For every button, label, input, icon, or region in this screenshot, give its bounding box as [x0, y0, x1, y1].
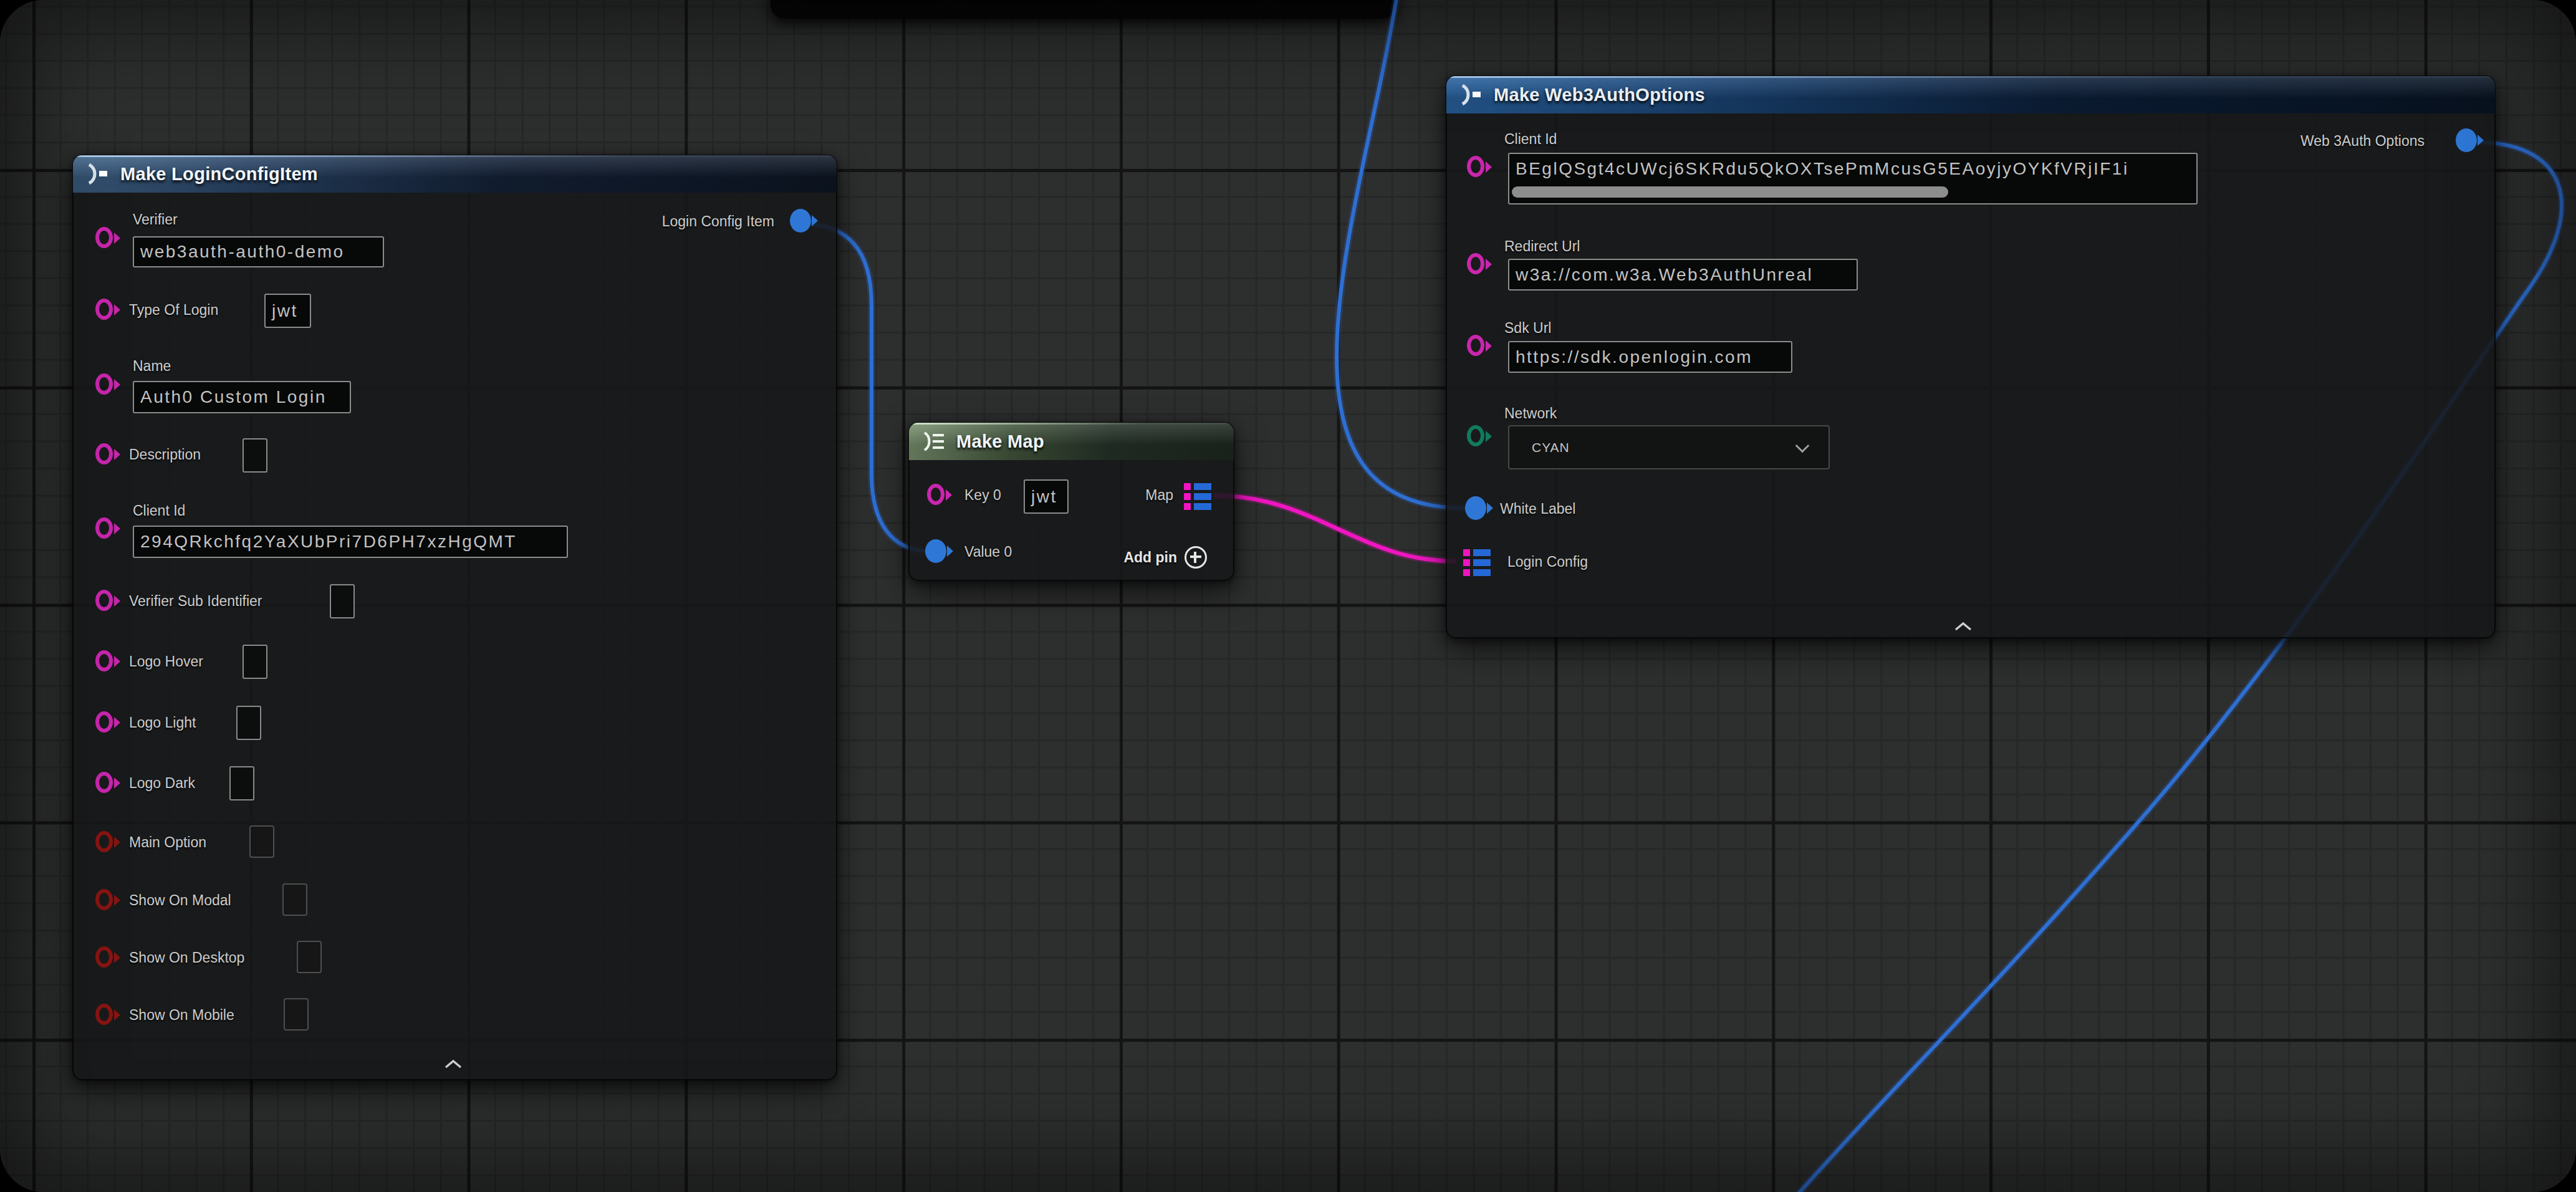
make-struct-icon [85, 163, 110, 185]
type-of-login-input[interactable]: jwt [264, 294, 311, 328]
sdk-url-input[interactable]: https://sdk.openlogin.com [1508, 341, 1792, 373]
node-make-web3authoptions[interactable]: Make Web3AuthOptions Web 3Auth Options C… [1446, 75, 2496, 638]
show-on-mobile-checkbox[interactable] [284, 998, 309, 1031]
verifier-sub-identifier-input[interactable] [330, 584, 355, 618]
input-pin-main-option[interactable] [92, 830, 123, 855]
input-pin-client-id[interactable] [1464, 155, 1495, 180]
pin-label-show-on-mobile: Show On Mobile [129, 1007, 234, 1024]
main-option-checkbox[interactable] [249, 825, 274, 858]
show-on-desktop-checkbox[interactable] [297, 941, 322, 973]
pin-label-logo-light: Logo Light [129, 714, 196, 731]
node-header-make-map[interactable]: Make Map [909, 423, 1234, 460]
input-pin-name[interactable] [92, 372, 123, 397]
pin-label-client-id: Client Id [133, 502, 185, 519]
blueprint-canvas[interactable]: Make LoginConfigItem Login Config Item V… [0, 0, 2576, 1192]
pin-label-redirect-url: Redirect Url [1504, 238, 1580, 255]
node-header-make-web3authoptions[interactable]: Make Web3AuthOptions [1446, 76, 2495, 113]
key-0-input[interactable]: jwt [1024, 479, 1069, 514]
name-input[interactable]: Auth0 Custom Login [133, 381, 351, 413]
output-pin-label: Web 3Auth Options [2300, 133, 2425, 150]
input-pin-logo-hover[interactable] [92, 649, 123, 674]
input-pin-verifier[interactable] [92, 226, 123, 251]
node-title: Make Web3AuthOptions [1494, 85, 1705, 105]
logo-light-input[interactable] [236, 706, 261, 740]
input-pin-key-0[interactable] [924, 483, 955, 507]
pin-label-type-of-login: Type Of Login [129, 302, 218, 319]
output-pin-web3auth-options[interactable] [2454, 128, 2486, 153]
pin-label-show-on-desktop: Show On Desktop [129, 949, 244, 966]
show-on-modal-checkbox[interactable] [282, 883, 307, 916]
make-map-icon [921, 430, 946, 453]
client-id-input[interactable]: 294QRkchfq2YaXUbPri7D6PH7xzHgQMT [133, 526, 568, 558]
pin-label-login-config: Login Config [1507, 554, 1588, 570]
node-make-loginconfigitem[interactable]: Make LoginConfigItem Login Config Item V… [72, 155, 837, 1080]
verifier-input[interactable]: web3auth-auth0-demo [133, 236, 384, 267]
input-pin-verifier-sub-identifier[interactable] [92, 589, 123, 613]
chevron-down-icon [1795, 438, 1810, 453]
pin-label-verifier-sub-identifier: Verifier Sub Identifier [129, 593, 262, 610]
description-input[interactable] [243, 438, 267, 473]
add-pin-label: Add pin [1123, 549, 1177, 566]
input-pin-login-config[interactable] [1463, 549, 1494, 577]
client-id-scrollbar[interactable] [1512, 186, 1948, 198]
logo-hover-input[interactable] [243, 645, 267, 679]
input-pin-description[interactable] [92, 442, 123, 467]
pin-label-logo-hover: Logo Hover [129, 653, 203, 670]
output-pin-label: Login Config Item [662, 213, 774, 230]
node-make-map[interactable]: Make Map Key 0 jwt Map Value 0 Add pin [908, 422, 1234, 581]
collapse-node-button[interactable] [1953, 622, 1973, 632]
pin-label-main-option: Main Option [129, 834, 206, 851]
node-title: Make LoginConfigItem [120, 164, 318, 185]
collapse-node-button[interactable] [443, 1059, 463, 1069]
node-header-make-loginconfigitem[interactable]: Make LoginConfigItem [73, 155, 837, 193]
logo-dark-input[interactable] [229, 766, 254, 800]
input-pin-logo-dark[interactable] [92, 771, 123, 795]
pin-label-key-0: Key 0 [964, 487, 1001, 504]
pin-label-name: Name [133, 358, 171, 375]
make-struct-icon [1459, 84, 1484, 106]
network-dropdown[interactable]: CYAN [1508, 425, 1830, 469]
pin-label-verifier: Verifier [133, 211, 178, 228]
network-dropdown-value: CYAN [1509, 440, 1570, 455]
pin-label-value-0: Value 0 [964, 544, 1012, 560]
input-pin-network[interactable] [1464, 424, 1495, 449]
input-pin-value-0[interactable] [924, 539, 955, 564]
node-title: Make Map [956, 431, 1044, 452]
input-pin-show-on-desktop[interactable] [92, 945, 123, 970]
pin-label-white-label: White Label [1500, 501, 1575, 517]
input-pin-sdk-url[interactable] [1464, 334, 1495, 358]
input-pin-show-on-modal[interactable] [92, 888, 123, 913]
pin-label-description: Description [129, 446, 201, 463]
input-pin-white-label[interactable] [1464, 496, 1495, 521]
input-pin-client-id[interactable] [92, 516, 123, 541]
pin-label-sdk-url: Sdk Url [1504, 320, 1551, 337]
pin-label-logo-dark: Logo Dark [129, 775, 195, 792]
add-pin-button[interactable]: Add pin [1123, 546, 1207, 569]
pin-label-network: Network [1504, 405, 1557, 422]
input-pin-logo-light[interactable] [92, 710, 123, 735]
output-pin-login-config-item[interactable] [789, 209, 820, 234]
redirect-url-input[interactable]: w3a://com.w3a.Web3AuthUnreal [1508, 259, 1858, 291]
input-pin-redirect-url[interactable] [1464, 252, 1495, 277]
output-pin-map[interactable] [1184, 483, 1215, 511]
add-pin-plus-icon [1185, 546, 1207, 569]
pin-label-client-id: Client Id [1504, 131, 1557, 148]
pin-label-show-on-modal: Show On Modal [129, 892, 231, 909]
input-pin-show-on-mobile[interactable] [92, 1002, 123, 1027]
input-pin-type-of-login[interactable] [92, 297, 123, 322]
output-pin-label-map: Map [1145, 487, 1173, 504]
